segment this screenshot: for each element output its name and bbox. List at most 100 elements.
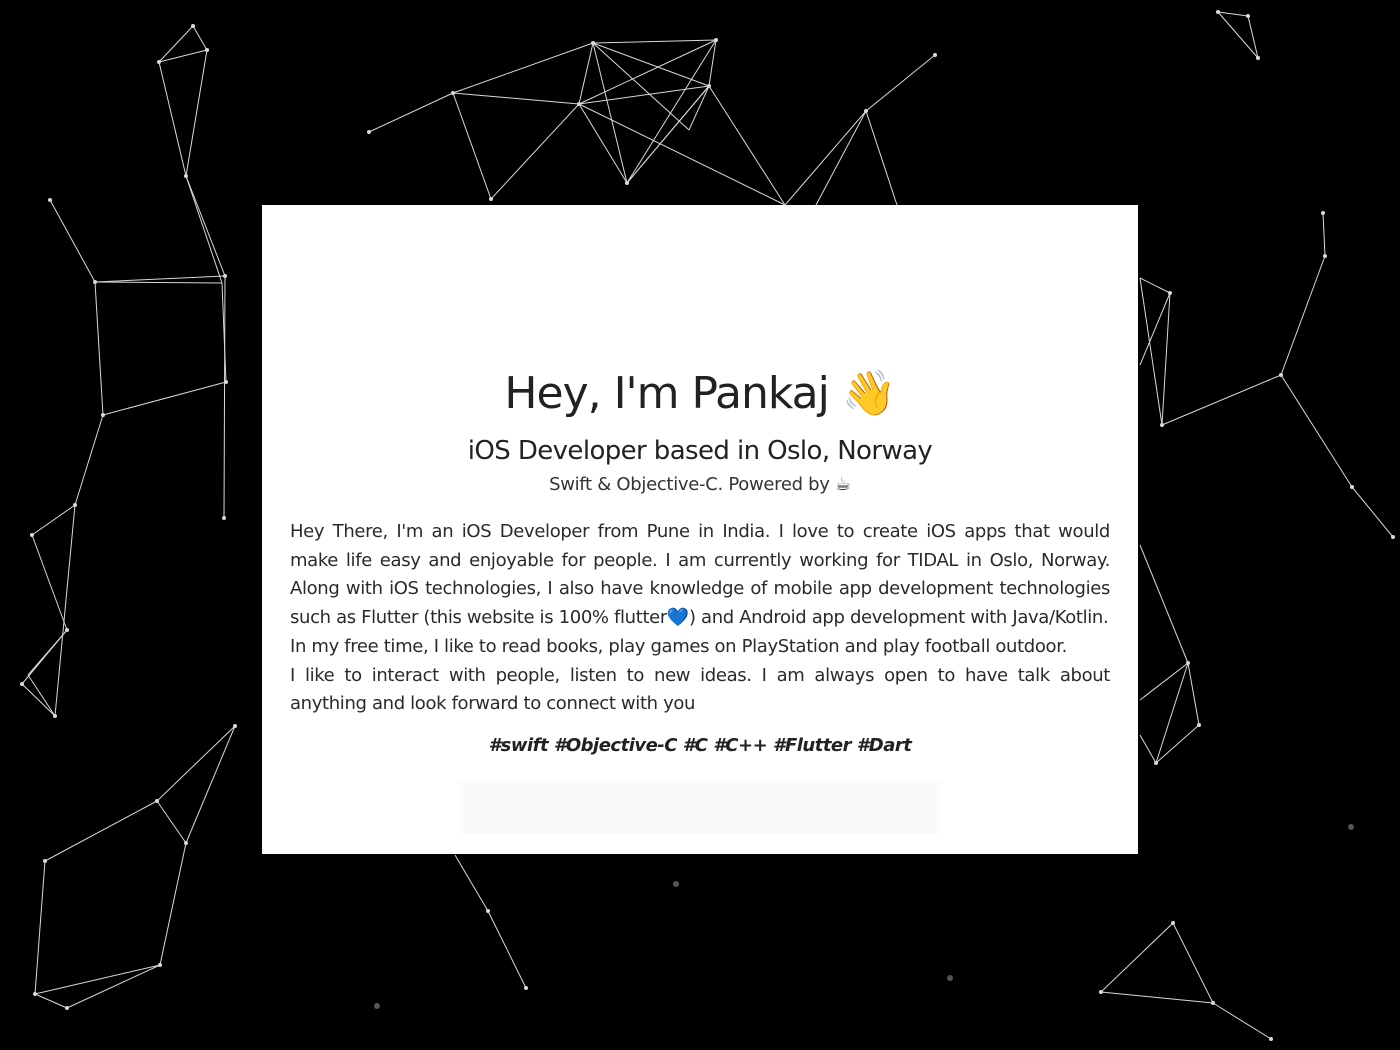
network-node bbox=[673, 881, 679, 887]
network-node bbox=[65, 1006, 69, 1010]
network-node bbox=[48, 198, 52, 202]
network-line bbox=[626, 85, 710, 184]
network-line bbox=[490, 103, 580, 200]
network-node bbox=[205, 48, 209, 52]
network-line bbox=[578, 42, 594, 105]
network-line bbox=[626, 39, 717, 184]
network-line bbox=[1139, 277, 1163, 426]
network-node bbox=[489, 197, 493, 201]
network-node bbox=[1321, 211, 1325, 215]
network-line bbox=[1161, 292, 1171, 426]
network-line bbox=[865, 110, 898, 206]
network-line bbox=[158, 25, 194, 63]
network-line bbox=[1100, 922, 1174, 993]
network-node bbox=[864, 109, 868, 113]
network-line bbox=[158, 61, 187, 177]
network-node bbox=[93, 280, 97, 284]
page-title: Hey, I'm Pankaj 👋 bbox=[504, 368, 896, 419]
network-line bbox=[1139, 544, 1189, 664]
network-line bbox=[1280, 374, 1353, 488]
network-line bbox=[1351, 486, 1394, 538]
network-line bbox=[185, 49, 208, 177]
network-node bbox=[53, 714, 57, 718]
network-line bbox=[44, 800, 158, 862]
network-node bbox=[1211, 1001, 1215, 1005]
network-line bbox=[452, 92, 580, 105]
tagline: Swift & Objective-C. Powered by ☕ bbox=[549, 474, 851, 495]
network-line bbox=[1100, 991, 1214, 1004]
network-line bbox=[1139, 277, 1171, 294]
network-node bbox=[65, 628, 69, 632]
network-node bbox=[591, 41, 595, 45]
network-node bbox=[155, 799, 159, 803]
network-line bbox=[1322, 212, 1326, 257]
network-line bbox=[34, 993, 68, 1009]
network-node bbox=[1246, 14, 1250, 18]
network-line bbox=[223, 275, 226, 519]
network-node bbox=[1168, 291, 1172, 295]
network-node bbox=[191, 24, 195, 28]
network-line bbox=[66, 964, 161, 1009]
network-line bbox=[94, 275, 226, 283]
network-line bbox=[74, 414, 104, 506]
network-line bbox=[815, 110, 867, 206]
network-node bbox=[1348, 824, 1354, 830]
network-node bbox=[1279, 373, 1283, 377]
network-line bbox=[54, 504, 76, 717]
contact-links-bar[interactable] bbox=[460, 781, 940, 834]
network-node bbox=[707, 84, 711, 88]
network-line bbox=[1139, 662, 1189, 701]
network-line bbox=[708, 85, 786, 206]
network-line bbox=[865, 54, 936, 112]
network-line bbox=[487, 910, 527, 989]
network-node bbox=[451, 91, 455, 95]
network-line bbox=[94, 281, 223, 284]
network-line bbox=[1217, 11, 1259, 59]
network-line bbox=[192, 25, 208, 51]
network-node bbox=[577, 102, 581, 106]
network-line bbox=[31, 504, 76, 536]
network-node bbox=[222, 516, 226, 520]
network-node bbox=[947, 975, 953, 981]
job-subtitle: iOS Developer based in Oslo, Norway bbox=[467, 436, 933, 466]
network-node bbox=[1099, 990, 1103, 994]
network-node bbox=[184, 174, 188, 178]
network-line bbox=[185, 175, 223, 284]
network-node bbox=[101, 413, 105, 417]
network-node bbox=[1323, 254, 1327, 258]
network-node bbox=[1350, 485, 1354, 489]
network-node bbox=[625, 181, 629, 185]
network-node bbox=[158, 963, 162, 967]
network-line bbox=[1139, 734, 1157, 764]
network-node bbox=[223, 274, 227, 278]
network-node bbox=[524, 986, 528, 990]
network-line bbox=[688, 85, 710, 131]
network-node bbox=[1197, 723, 1201, 727]
network-line bbox=[592, 42, 690, 131]
network-node bbox=[1160, 423, 1164, 427]
network-line bbox=[452, 92, 492, 200]
network-line bbox=[156, 725, 236, 802]
network-node bbox=[43, 859, 47, 863]
network-line bbox=[158, 49, 208, 63]
network-line bbox=[1217, 11, 1249, 17]
bio-text: Hey There, I'm an iOS Developer from Pun… bbox=[290, 518, 1110, 719]
network-node bbox=[374, 1003, 380, 1009]
network-line bbox=[708, 39, 717, 87]
network-line bbox=[94, 281, 104, 416]
network-line bbox=[1139, 292, 1171, 366]
network-line bbox=[454, 854, 489, 912]
network-node bbox=[1216, 10, 1220, 14]
network-line bbox=[21, 683, 56, 717]
network-line bbox=[1161, 374, 1282, 426]
network-line bbox=[185, 175, 226, 277]
network-line bbox=[368, 92, 454, 133]
network-line bbox=[452, 42, 594, 94]
network-line bbox=[1172, 922, 1214, 1004]
network-line bbox=[27, 674, 56, 717]
network-node bbox=[1269, 1037, 1273, 1041]
network-node bbox=[33, 992, 37, 996]
intro-card: Hey, I'm Pankaj 👋 iOS Developer based in… bbox=[262, 205, 1138, 854]
bio-paragraph: Hey There, I'm an iOS Developer from Pun… bbox=[290, 521, 1110, 629]
network-line bbox=[1155, 662, 1189, 764]
